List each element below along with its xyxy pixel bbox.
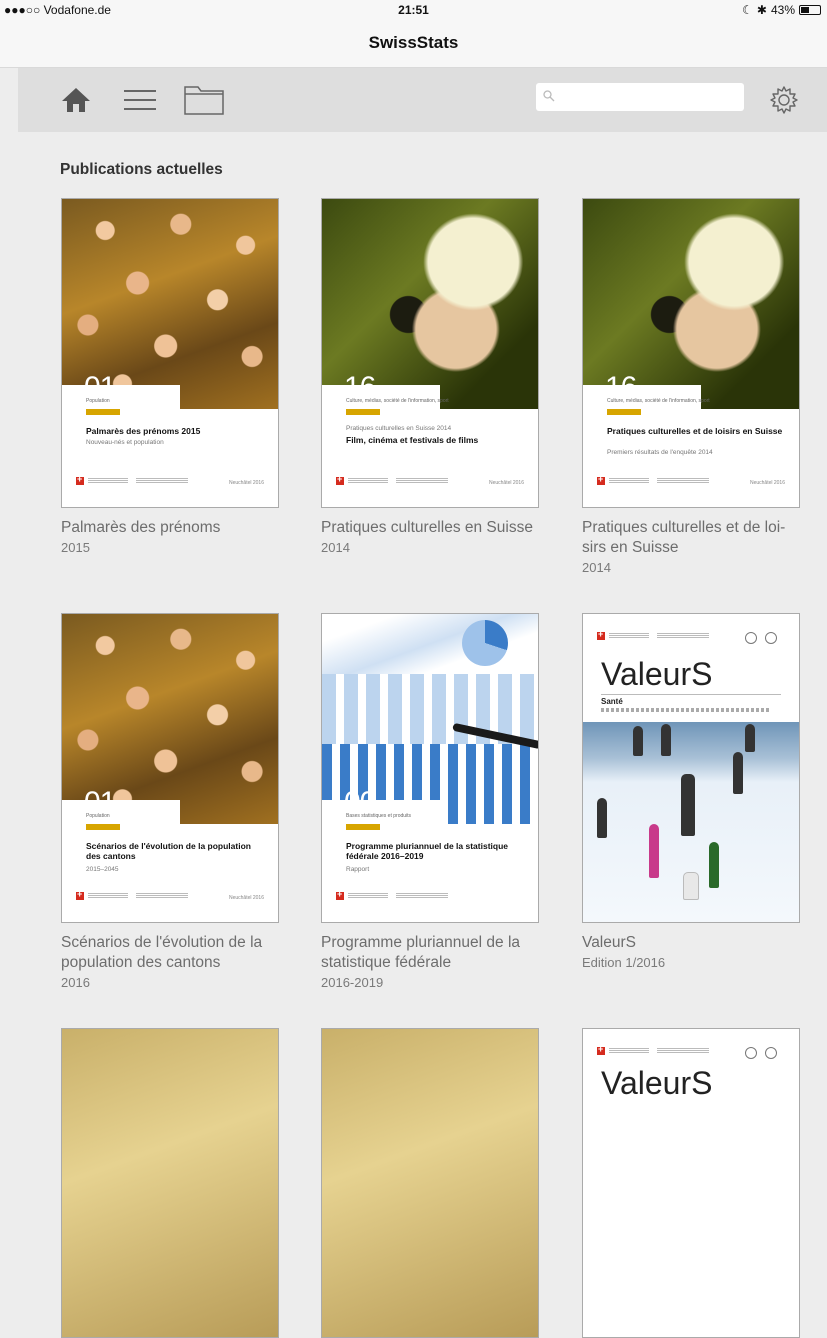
menu-icon[interactable] — [122, 82, 158, 118]
search-box[interactable] — [536, 83, 744, 111]
publication-title[interactable]: Programme pluriannuel de la statistique … — [321, 933, 539, 973]
cover-pretitle: Pratiques culturelles en Suisse 2014 — [346, 425, 452, 432]
category-tag — [346, 824, 380, 830]
cover-title: Programme pluriannuel de la statistique … — [346, 841, 509, 861]
moon-icon: ☾ — [742, 3, 753, 17]
cover-category: Culture, médias, société de l'informatio… — [607, 398, 710, 404]
app-title: SwissStats — [368, 33, 459, 52]
publication-year: 2014 — [321, 540, 350, 555]
publication-card[interactable]: ValeurS — [582, 1028, 800, 1338]
circle-icon — [765, 632, 777, 644]
swiss-flag-logo — [597, 474, 605, 485]
publication-cover[interactable] — [61, 1028, 279, 1338]
swiss-flag-logo — [76, 889, 84, 900]
publication-cover[interactable]: 01 Population Scénarios de l'évolution d… — [61, 613, 279, 923]
cover-subtitle: Santé — [601, 697, 623, 706]
cover-subtitle: Premiers résultats de l'enquête 2014 — [607, 449, 713, 456]
publication-title[interactable]: Palmarès des prénoms — [61, 518, 279, 538]
circle-icon — [765, 1047, 777, 1059]
publication-card[interactable] — [321, 1028, 539, 1338]
category-tag — [607, 409, 641, 415]
cover-date: Neuchâtel 2016 — [228, 895, 264, 901]
publication-cover[interactable]: ValeurS Santé — [582, 613, 800, 923]
publication-cover[interactable]: 16 Culture, médias, société de l'informa… — [321, 198, 539, 508]
swiss-flag-logo — [597, 1044, 605, 1055]
cover-category: Culture, médias, société de l'informatio… — [346, 398, 449, 404]
battery-percent: 43% — [770, 3, 795, 17]
nav-bar: SwissStats — [0, 20, 827, 68]
cover-title: Pratiques culturelles et de loisirs en S… — [607, 426, 783, 436]
publication-year: Edition 1/2016 — [582, 955, 666, 970]
swiss-flag-logo — [597, 629, 605, 640]
cover-category: Bases statistiques et produits — [346, 813, 412, 819]
publication-title[interactable]: ValeurS — [582, 933, 800, 953]
status-time: 21:51 — [398, 3, 429, 17]
category-tag — [86, 824, 120, 830]
section-title: Publications actuelles — [60, 161, 223, 178]
category-tag — [346, 409, 380, 415]
publication-card[interactable]: ValeurS Santé ValeurS Edition 1/2016 — [582, 613, 800, 972]
home-icon[interactable] — [58, 82, 94, 118]
category-tag — [86, 409, 120, 415]
publication-year: 2016-2019 — [321, 975, 384, 990]
publication-card[interactable]: 01 Population Scénarios de l'évolution d… — [61, 613, 279, 992]
toolbar — [18, 68, 827, 132]
publication-year: 2014 — [582, 560, 611, 575]
search-input[interactable] — [558, 87, 738, 107]
cover-title: ValeurS — [601, 656, 713, 692]
cover-title: Palmarès des prénoms 2015 — [86, 426, 201, 436]
publication-card[interactable]: 01 Population Palmarès des prénoms 2015 … — [61, 198, 279, 557]
battery-status: ☾ ✱ 43% — [742, 3, 821, 17]
publication-card[interactable]: 16 Culture, médias, société de l'informa… — [582, 198, 800, 577]
publication-title[interactable]: Scénarios de l'évolution de la populatio… — [61, 933, 279, 973]
publication-card[interactable] — [61, 1028, 279, 1338]
publication-cover[interactable]: 00 Bases statistiques et produits Progra… — [321, 613, 539, 923]
battery-icon — [799, 5, 821, 15]
circle-icon — [745, 632, 757, 644]
publication-cover[interactable]: 01 Population Palmarès des prénoms 2015 … — [61, 198, 279, 508]
status-bar: ●●●○○ Vodafone.de 21:51 ☾ ✱ 43% — [0, 0, 827, 20]
cover-title: Scénarios de l'évolution de la populatio… — [86, 841, 251, 861]
cover-title: ValeurS — [601, 1065, 713, 1101]
cover-date: Neuchâtel 2016 — [488, 480, 524, 486]
gear-icon[interactable] — [766, 82, 802, 118]
swiss-flag-logo — [76, 474, 84, 485]
cover-image — [583, 722, 799, 922]
folder-icon[interactable] — [184, 82, 224, 118]
cover-title: Film, cinéma et festivals de films — [346, 435, 479, 445]
publication-card[interactable]: 00 Bases statistiques et produits Progra… — [321, 613, 539, 992]
publication-cover[interactable] — [321, 1028, 539, 1338]
bluetooth-icon: ✱ — [756, 3, 767, 17]
cover-subtitle: 2015–2045 — [86, 866, 119, 873]
cover-date: Neuchâtel 2016 — [749, 480, 785, 486]
publication-cover[interactable]: 16 Culture, médias, société de l'informa… — [582, 198, 800, 508]
swiss-flag-logo — [336, 474, 344, 485]
publication-card[interactable]: 16 Culture, médias, société de l'informa… — [321, 198, 539, 557]
publication-year: 2016 — [61, 975, 90, 990]
cover-subtitle: Rapport — [346, 866, 370, 873]
publication-cover[interactable]: ValeurS — [582, 1028, 800, 1338]
circle-icon — [745, 1047, 757, 1059]
search-icon — [543, 90, 555, 102]
cover-category: Population — [86, 398, 110, 404]
publication-title[interactable]: Pratiques culturelles et de loi-sirs en … — [582, 518, 800, 558]
cover-subtitle: Nouveau-nés et population — [86, 439, 164, 446]
swiss-flag-logo — [336, 889, 344, 900]
publication-title[interactable]: Pratiques culturelles en Suisse — [321, 518, 539, 538]
publication-year: 2015 — [61, 540, 90, 555]
cover-date: Neuchâtel 2016 — [228, 480, 264, 486]
cover-category: Population — [86, 813, 110, 819]
